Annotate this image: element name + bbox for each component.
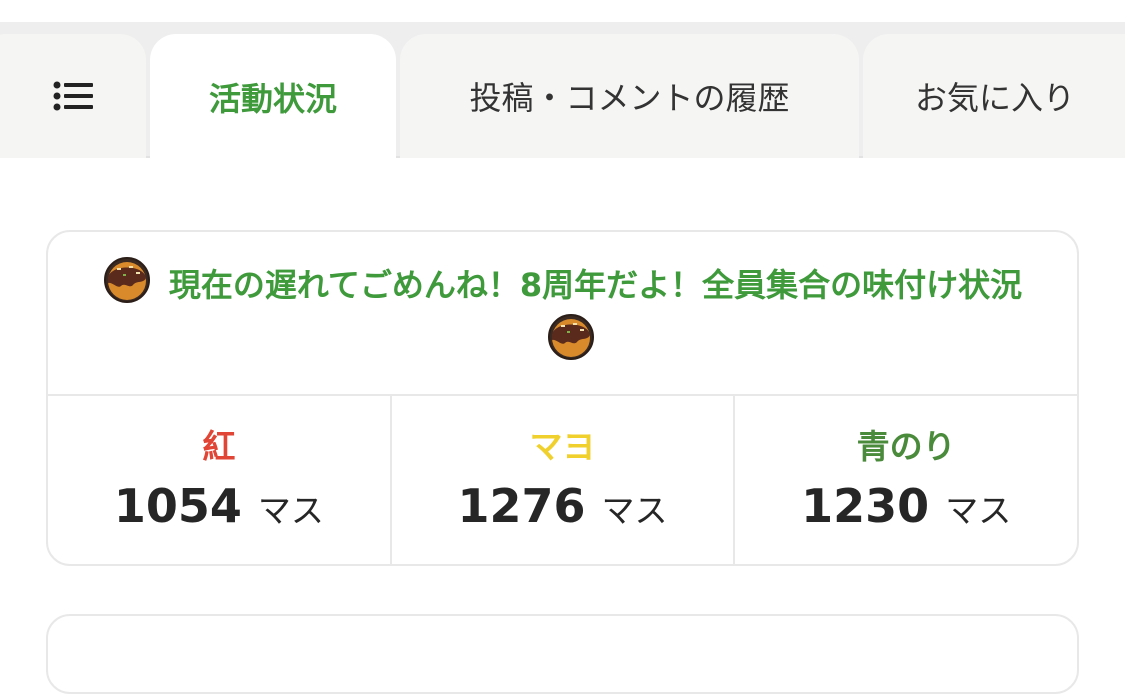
score-value: 1054 [113,479,242,533]
score-value: 1230 [801,479,930,533]
score-unit: マス [945,491,1012,530]
tab-posts-label: 投稿・コメントの履歴 [469,79,790,117]
score-line: 1054 マス [114,479,324,533]
team-name: 紅 [202,427,236,466]
tab-posts-comments[interactable]: 投稿・コメントの履歴 [400,34,859,158]
score-value: 1276 [457,479,586,533]
next-card [46,614,1079,694]
tab-activity-label: 活動状況 [208,80,337,118]
score-line: 1230 マス [801,479,1011,533]
tab-favorites[interactable]: お気に入り [863,34,1125,158]
score-unit: マス [257,491,324,530]
team-score-aonori: 青のり 1230 マス [735,396,1077,564]
takoyaki-icon [547,314,594,360]
team-name: 青のり [856,427,956,466]
event-title-area: 現在の遅れてごめんね！8周年だよ！全員集合の味付け状況 [48,232,1077,396]
team-name: マヨ [529,427,596,466]
takoyaki-icon [103,257,150,303]
score-line: 1276 マス [457,479,667,533]
score-unit: マス [601,491,668,530]
tab-activity[interactable]: 活動状況 [150,34,396,160]
top-strip [0,0,1125,22]
tab-favorites-label: お気に入り [915,79,1076,117]
team-scores: 紅 1054 マス マヨ 1276 マス 青のり 1230 マス [48,396,1077,564]
event-title: 現在の遅れてごめんね！8周年だよ！全員集合の味付け状況 [83,256,1043,370]
team-score-mayo: マヨ 1276 マス [392,396,736,564]
event-status-card: 現在の遅れてごめんね！8周年だよ！全員集合の味付け状況 紅 1054 マス マヨ [46,230,1079,566]
event-title-text: 現在の遅れてごめんね！8周年だよ！全員集合の味付け状況 [168,266,1023,304]
tab-menu[interactable] [0,34,146,158]
team-score-red: 紅 1054 マス [48,396,392,564]
list-icon [53,81,93,111]
tab-bar: 活動状況 投稿・コメントの履歴 お気に入り [0,22,1125,160]
